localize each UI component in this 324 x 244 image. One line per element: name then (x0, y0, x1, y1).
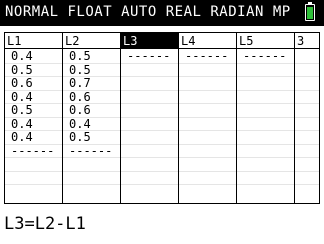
list-cell[interactable]: 0.6 (5, 77, 62, 91)
list-cell-empty[interactable] (237, 64, 294, 77)
list-cell[interactable]: ------ (121, 50, 178, 64)
list-column-4[interactable]: L4 ------ (179, 33, 237, 203)
list-cell-empty[interactable] (237, 91, 294, 104)
list-header[interactable]: L1 (5, 33, 62, 49)
list-cell-empty[interactable] (179, 118, 236, 131)
battery-icon (305, 4, 315, 21)
status-bar: NORMAL FLOAT AUTO REAL RADIAN MP (0, 0, 324, 26)
entry-line[interactable]: L3=L2-L1 (0, 204, 324, 244)
list-cell-empty[interactable] (121, 131, 178, 145)
list-cell-empty[interactable] (121, 185, 178, 199)
list-cells: ------ (237, 50, 294, 199)
list-cell-empty[interactable] (237, 131, 294, 145)
list-cell-empty[interactable] (295, 104, 319, 118)
list-cell-empty[interactable] (179, 64, 236, 77)
list-cell[interactable]: ------ (179, 50, 236, 64)
list-cell-empty[interactable] (121, 172, 178, 185)
list-cell-empty[interactable] (121, 158, 178, 172)
list-cell[interactable]: 0.4 (63, 118, 120, 131)
calculator-screen: NORMAL FLOAT AUTO REAL RADIAN MP L1 0.4 0.… (0, 0, 324, 244)
list-cell[interactable]: ------ (5, 145, 62, 158)
list-cell-empty[interactable] (237, 145, 294, 158)
list-cell[interactable]: 0.6 (63, 91, 120, 104)
list-cell-empty[interactable] (237, 185, 294, 199)
battery-level (307, 7, 313, 19)
list-cell-empty[interactable] (295, 172, 319, 185)
list-column-2[interactable]: L2 0.5 0.5 0.7 0.6 0.6 0.4 0.5 ------ (63, 33, 121, 203)
list-column-3[interactable]: L3 ------ (121, 33, 179, 203)
list-cell[interactable]: 0.7 (63, 77, 120, 91)
list-cell-empty[interactable] (179, 158, 236, 172)
list-cell[interactable]: 0.5 (5, 104, 62, 118)
list-cell-empty[interactable] (63, 172, 120, 185)
list-cell-empty[interactable] (179, 104, 236, 118)
list-cell-empty[interactable] (237, 104, 294, 118)
list-cell-empty[interactable] (295, 50, 319, 64)
list-header[interactable]: L5 (237, 33, 294, 49)
list-cells: 0.4 0.5 0.6 0.4 0.5 0.4 0.4 ------ (5, 50, 62, 199)
list-cell-empty[interactable] (237, 77, 294, 91)
list-header[interactable]: L2 (63, 33, 120, 49)
list-cells: 0.5 0.5 0.7 0.6 0.6 0.4 0.5 ------ (63, 50, 120, 199)
list-cell[interactable]: 0.4 (5, 118, 62, 131)
list-cell-empty[interactable] (121, 91, 178, 104)
list-cell[interactable]: 0.5 (63, 50, 120, 64)
list-cell-empty[interactable] (179, 185, 236, 199)
list-cell-empty[interactable] (121, 118, 178, 131)
list-cell-empty[interactable] (295, 185, 319, 199)
list-column-5[interactable]: L5 ------ (237, 33, 295, 203)
list-cell-empty[interactable] (121, 104, 178, 118)
list-cell[interactable]: 0.4 (5, 50, 62, 64)
list-cell[interactable]: 0.6 (63, 104, 120, 118)
list-cell[interactable]: ------ (63, 145, 120, 158)
list-cell-empty[interactable] (121, 64, 178, 77)
list-cell-empty[interactable] (179, 145, 236, 158)
list-cell-empty[interactable] (295, 158, 319, 172)
list-cell-empty[interactable] (179, 131, 236, 145)
list-cell-empty[interactable] (5, 158, 62, 172)
list-cell-empty[interactable] (63, 158, 120, 172)
list-header[interactable]: 3 (295, 33, 319, 49)
list-header[interactable]: L3 (121, 33, 178, 49)
list-cell-empty[interactable] (179, 77, 236, 91)
list-cell-empty[interactable] (295, 91, 319, 104)
list-cell-empty[interactable] (5, 185, 62, 199)
list-cell-empty[interactable] (295, 118, 319, 131)
list-cell[interactable]: 0.5 (63, 131, 120, 145)
list-cell-empty[interactable] (179, 91, 236, 104)
list-cell-empty[interactable] (237, 172, 294, 185)
list-cell-empty[interactable] (179, 172, 236, 185)
list-header[interactable]: L4 (179, 33, 236, 49)
list-cell-empty[interactable] (237, 158, 294, 172)
list-cell[interactable]: 0.5 (63, 64, 120, 77)
list-cell[interactable]: ------ (237, 50, 294, 64)
entry-line-text[interactable]: L3=L2-L1 (4, 214, 86, 234)
list-cell-empty[interactable] (237, 118, 294, 131)
list-cell-empty[interactable] (295, 131, 319, 145)
list-cell-empty[interactable] (63, 185, 120, 199)
list-cell-empty[interactable] (295, 64, 319, 77)
list-column-6[interactable]: 3 (295, 33, 319, 203)
list-editor-table: L1 0.4 0.5 0.6 0.4 0.5 0.4 0.4 ------ L2 0.5 0.5 0.7… (4, 32, 320, 204)
list-cell-empty[interactable] (5, 172, 62, 185)
list-cell-empty[interactable] (121, 77, 178, 91)
list-cell[interactable]: 0.4 (5, 131, 62, 145)
list-cells (295, 50, 319, 199)
list-cell[interactable]: 0.4 (5, 91, 62, 104)
list-cells: ------ (179, 50, 236, 199)
list-cell-empty[interactable] (295, 145, 319, 158)
mode-status-text: NORMAL FLOAT AUTO REAL RADIAN MP (5, 4, 291, 20)
list-cell-empty[interactable] (121, 145, 178, 158)
list-cells: ------ (121, 50, 178, 199)
list-cell-empty[interactable] (295, 77, 319, 91)
list-column-1[interactable]: L1 0.4 0.5 0.6 0.4 0.5 0.4 0.4 ------ (5, 33, 63, 203)
list-cell[interactable]: 0.5 (5, 64, 62, 77)
